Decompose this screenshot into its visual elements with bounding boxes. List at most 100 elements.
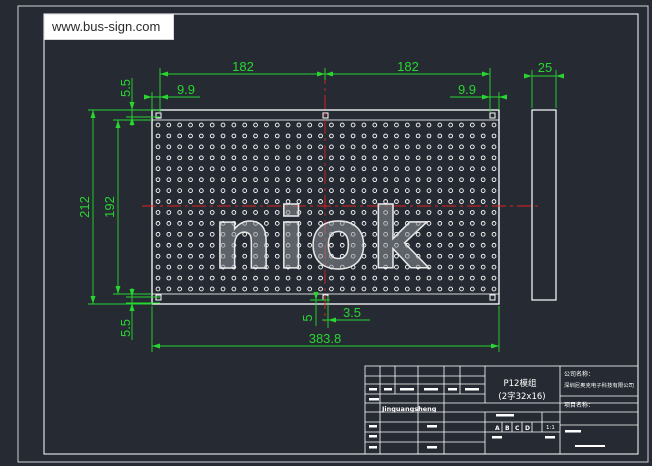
status-letter-a: A [495,425,500,432]
led-dot [491,242,497,248]
led-dot [177,231,183,237]
dimension-text-top-margin: 5.5 [118,79,133,97]
led-dot [285,166,291,172]
led-dot [274,177,280,183]
dimension-text-thickness: 25 [538,60,552,75]
led-dot [491,221,497,226]
led-dot [318,155,323,161]
led-dot [491,210,497,215]
led-dot [350,133,356,139]
led-dot [274,122,280,128]
led-dot [155,231,161,237]
led-dot [177,242,183,248]
led-dot [188,144,193,150]
led-dot [199,210,204,215]
led-dot [242,133,248,139]
led-dot [339,144,345,150]
led-dot [155,166,161,172]
led-dot [469,231,475,237]
led-dot [199,221,204,226]
led-dot [209,133,215,139]
led-dot [318,177,323,183]
led-dot [177,286,183,292]
led-dot [188,231,193,237]
led-dot [437,231,443,237]
led-dot [491,231,497,237]
project-label: 项目名称： [564,401,594,409]
led-dot [166,155,172,161]
led-dot [296,166,302,172]
led-dot [394,133,399,139]
led-dot [253,166,258,172]
led-dot [209,155,215,161]
led-dot [220,155,226,161]
led-dot [155,286,161,292]
led-dot [415,122,421,128]
led-dot [459,210,464,215]
led-dot [166,231,172,237]
led-dot [285,144,291,150]
led-dot [177,177,183,183]
led-dot [491,264,497,270]
module-side-view [531,109,557,301]
cad-drawing-canvas: www.bus-sign.com niok 182 182 9.9 9.9 25… [0,0,652,466]
led-dot [209,122,215,128]
led-dot [155,210,161,215]
led-dot [437,166,443,172]
led-dot [469,264,475,270]
led-dot [415,133,421,139]
led-dot [491,166,497,172]
led-dot [459,144,464,150]
led-dot [361,155,367,161]
led-dot [329,177,334,183]
company-value: 深圳尼奥克电子科技有限公司 [564,382,634,389]
led-dot [177,188,183,193]
designer-name: Jinguangsheng [381,405,437,413]
led-dot [491,133,497,139]
led-dot [188,253,193,259]
led-dot [188,242,193,248]
led-dot [188,210,193,215]
led-dot [415,155,421,161]
led-dot [394,155,399,161]
led-dot [459,188,464,193]
led-dot [188,177,193,183]
led-dot [350,166,356,172]
led-dot [231,155,237,161]
led-dot [372,122,378,128]
led-dot [209,166,215,172]
company-label: 公司名称： [564,370,594,378]
led-dot [220,166,226,172]
led-dot [155,155,161,161]
led-dot [242,177,248,183]
led-dot [155,144,161,150]
led-dot [296,177,302,183]
led-dot [166,144,172,150]
led-dot [480,221,486,226]
dimension-text-bottom-margin: 5.5 [118,319,133,337]
led-dot [372,144,378,150]
led-dot [199,122,204,128]
led-dot [177,210,183,215]
led-dot [459,253,464,259]
led-dot [188,122,193,128]
led-dot [296,122,302,128]
led-dot [480,122,486,128]
led-dot [491,177,497,183]
led-dot [307,122,313,128]
led-dot [480,264,486,270]
led-dot [188,166,193,172]
led-dot [339,155,345,161]
led-dot [426,155,432,161]
drawing-svg: niok 182 182 9.9 9.9 25 5.5 212 192 5.5 … [17,5,649,463]
led-dot [491,199,497,204]
led-dot [177,144,183,150]
led-dot [491,275,497,281]
led-dot [199,253,204,259]
led-dot [415,144,421,150]
led-dot [437,242,443,248]
led-dot [459,264,464,270]
led-dot [264,144,269,150]
led-dot [177,221,183,226]
led-dot [155,133,161,139]
